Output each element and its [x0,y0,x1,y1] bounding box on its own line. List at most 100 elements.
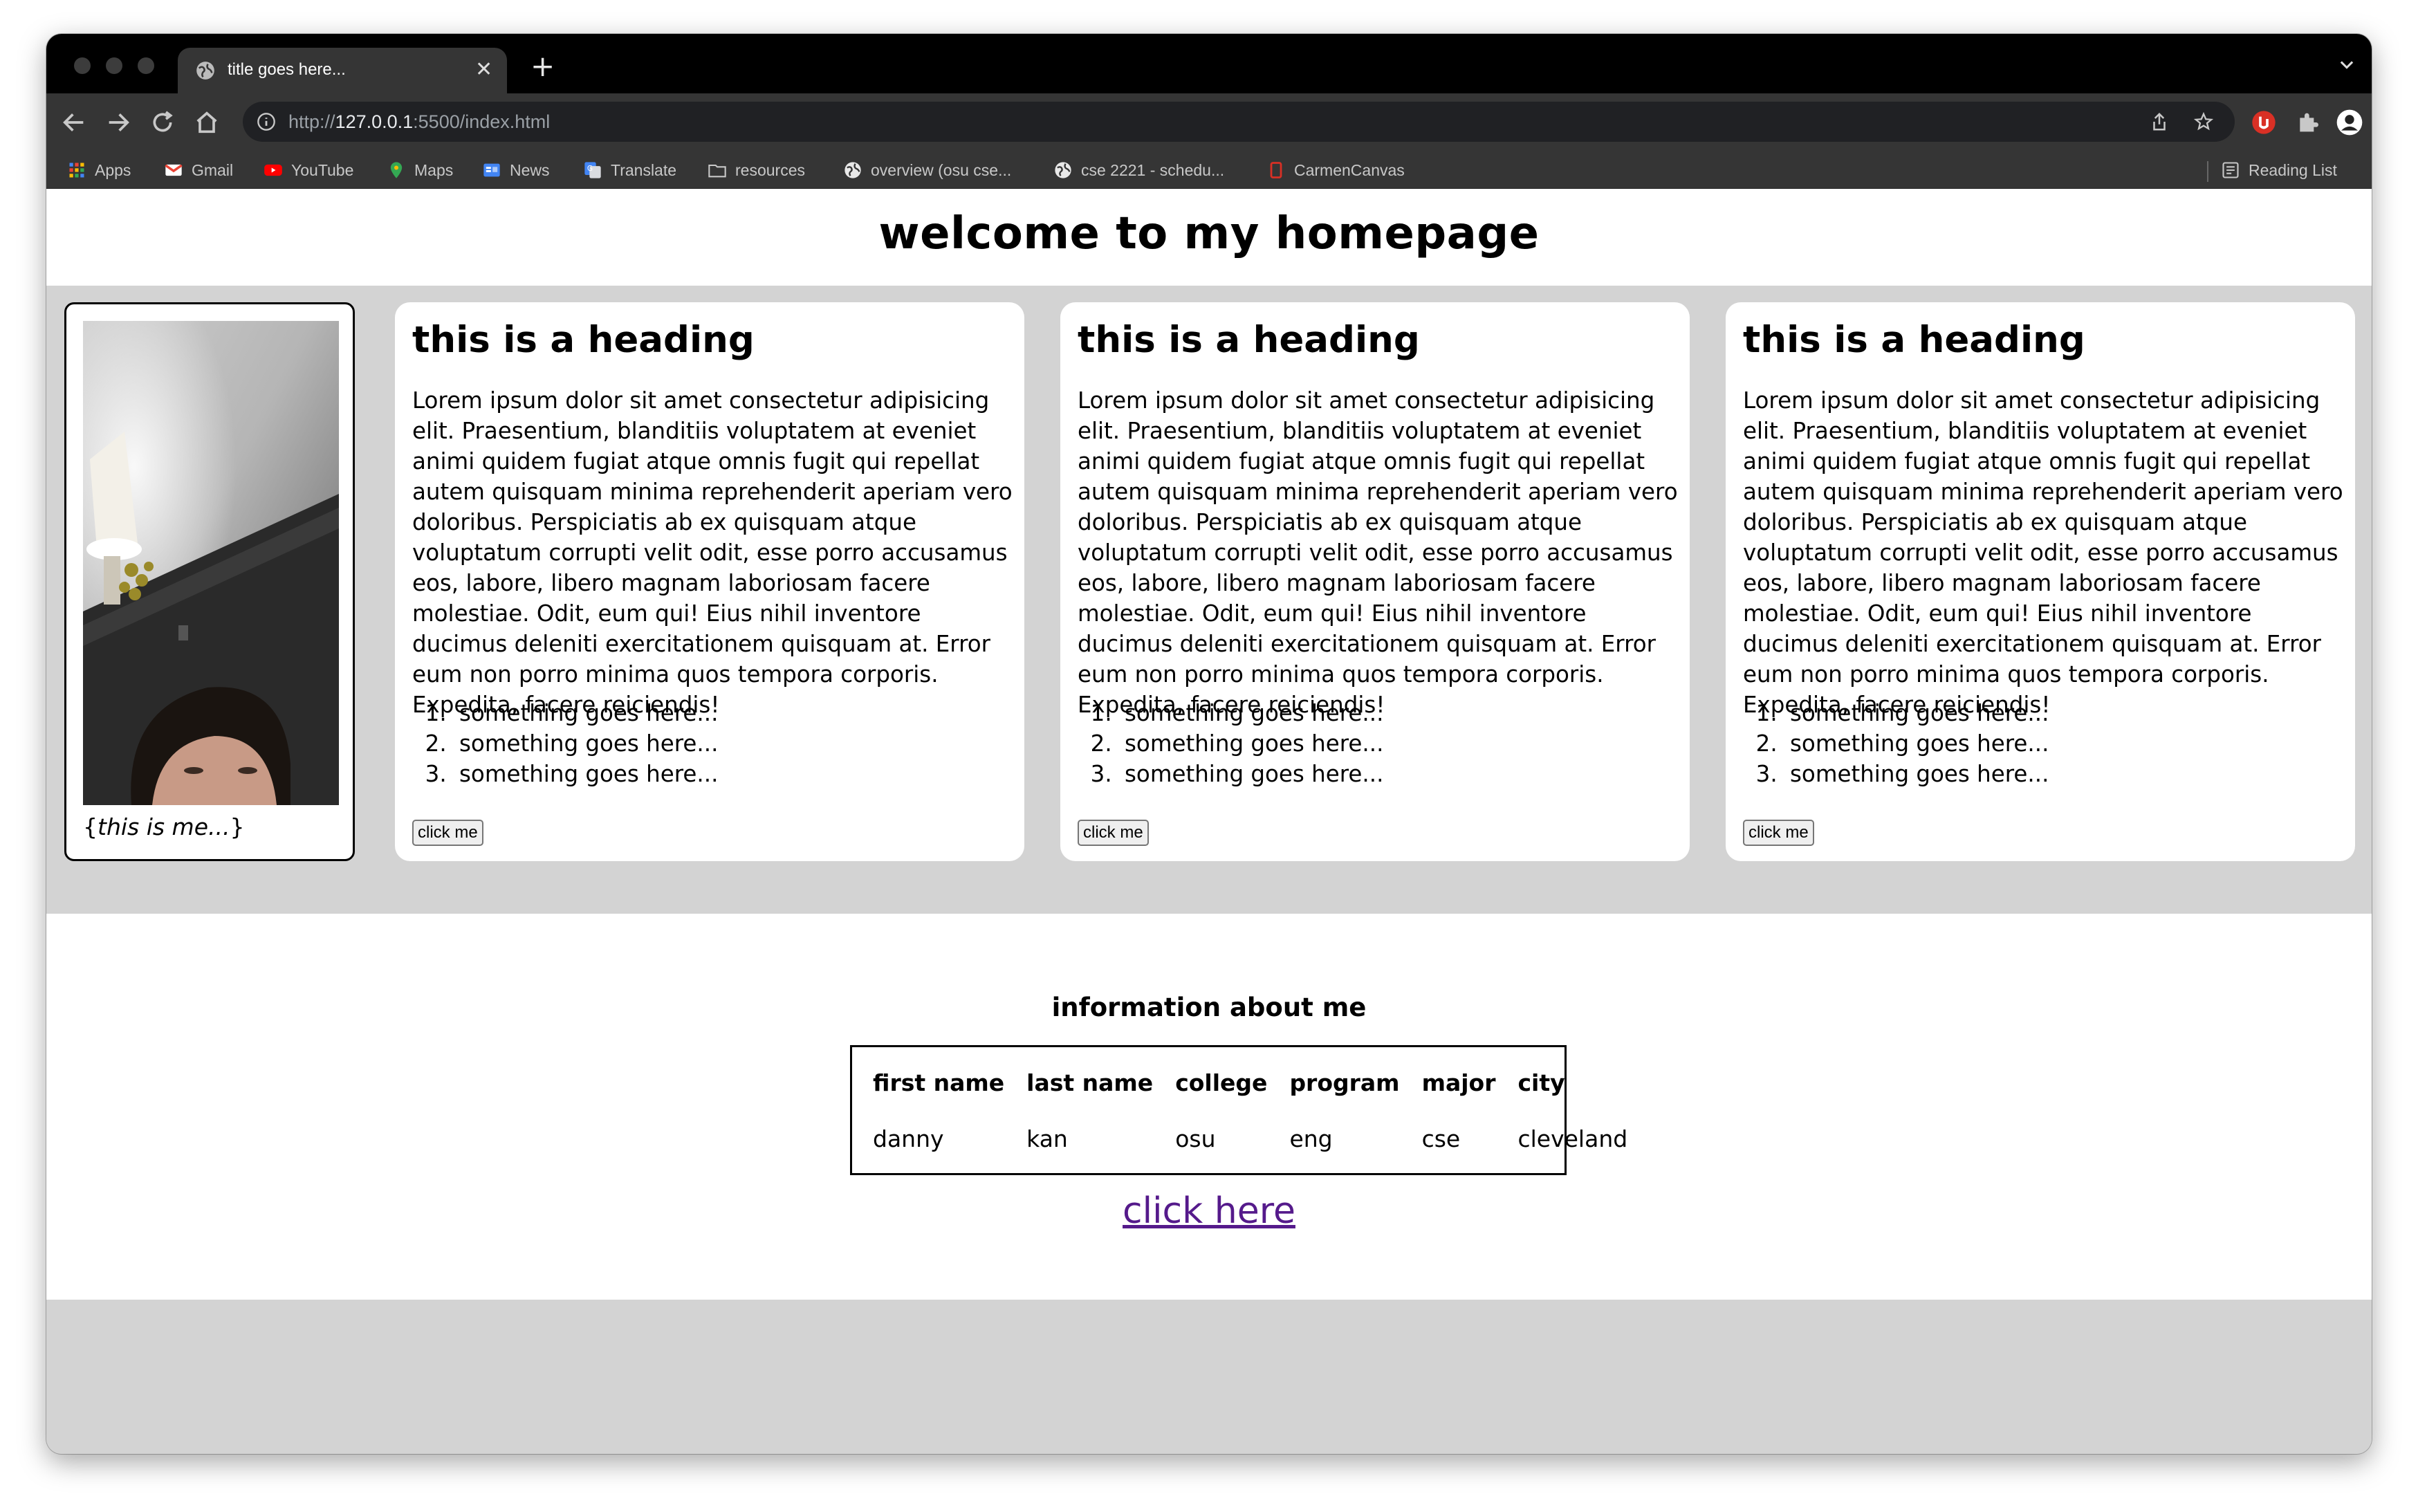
share-icon[interactable] [2149,111,2170,132]
page-header: welcome to my homepage [46,189,2372,286]
reading-list-icon [2222,162,2239,178]
bookmark-youtube[interactable]: YouTube [264,160,353,181]
table-header-row: first name last name college program maj… [873,1069,1627,1113]
list-item: something goes here... [1119,759,1383,789]
maximize-window-button[interactable] [138,57,154,74]
gmail-icon [165,164,183,176]
list-item: something goes here... [454,759,718,789]
reload-icon[interactable] [149,109,176,136]
card-body: Lorem ipsum dolor sit amet consectetur a… [1743,387,2343,718]
click-me-button[interactable]: click me [412,820,483,846]
info-table-frame: first name last name college program maj… [850,1045,1627,1175]
click-me-button[interactable]: click me [1078,820,1149,846]
minimize-window-button[interactable] [106,57,122,74]
window-controls [74,57,154,74]
column-header: program [1289,1069,1400,1096]
info-heading: information about me [1051,993,1367,1022]
bookmark-gmail[interactable]: Gmail [164,160,233,181]
content-card: this is a heading Lorem ipsum dolor sit … [395,302,1024,861]
bookmark-news[interactable]: News [482,160,550,181]
bookmark-star-icon[interactable] [2193,111,2214,132]
list-item: something goes here... [454,698,718,728]
table-row: danny kan osu eng cse cleveland [873,1113,1627,1152]
browser-window: title goes here... ✕ + http://127.0.0.1: [46,34,2372,1454]
table-cell: cse [1421,1125,1461,1152]
maps-icon [390,162,403,178]
bookmark-maps[interactable]: Maps [387,160,453,181]
table-cell: kan [1026,1125,1068,1152]
browser-toolbar: http://127.0.0.1:5500/index.html [46,93,2372,151]
table-cell: cleveland [1517,1125,1628,1152]
bookmarks-separator [2207,161,2208,182]
click-here-link[interactable]: click here [46,1190,2372,1232]
reading-list-label: Reading List [2249,160,2337,179]
address-bar[interactable]: http://127.0.0.1:5500/index.html [243,102,2235,142]
column-header: city [1517,1069,1565,1096]
close-tab-icon[interactable]: ✕ [475,57,492,82]
profile-avatar-icon[interactable] [2336,109,2363,136]
column-header: college [1175,1069,1268,1096]
folder-icon [708,164,726,178]
column-header: first name [873,1069,1005,1096]
card-list: something goes here... something goes he… [1119,698,1383,789]
globe-icon [1055,162,1071,178]
list-item: something goes here... [454,728,718,759]
extensions-puzzle-icon[interactable] [2294,109,2322,136]
list-item: something goes here... [1119,728,1383,759]
globe-icon [845,162,861,178]
bookmark-label: Maps [414,160,454,179]
tab-title: title goes here... [228,60,346,79]
page-title: welcome to my homepage [878,208,1540,259]
table-cell: eng [1289,1125,1333,1152]
bookmark-cse2221[interactable]: cse 2221 - schedu... [1053,160,1224,181]
reading-list-button[interactable]: Reading List [2221,160,2337,181]
bookmark-label: cse 2221 - schedu... [1081,160,1225,179]
list-item: something goes here... [1784,759,2049,789]
news-icon [483,163,500,177]
card-list: something goes here... something goes he… [454,698,718,789]
extension-red-icon[interactable] [2250,109,2278,136]
card-list: something goes here... something goes he… [1784,698,2049,789]
bookmark-label: YouTube [291,160,354,179]
bookmark-overview[interactable]: overview (osu cse... [843,160,1011,181]
bookmarks-bar: Apps Gmail YouTube Maps News G Translate… [46,151,2372,189]
browser-tab[interactable]: title goes here... ✕ [178,48,507,93]
column-header: major [1421,1069,1496,1096]
bookmark-translate[interactable]: G Translate [583,160,676,181]
table-cell: osu [1175,1125,1216,1152]
content-card: this is a heading Lorem ipsum dolor sit … [1726,302,2355,861]
info-section: information about me first name last nam… [46,914,2372,1300]
back-icon[interactable] [60,109,88,136]
card-heading: this is a heading [1743,319,2085,361]
content-card: this is a heading Lorem ipsum dolor sit … [1060,302,1690,861]
bookmark-resources[interactable]: resources [708,160,805,181]
list-item: something goes here... [1784,728,2049,759]
selfie-image [83,321,339,805]
bookmark-label: Translate [611,160,677,179]
card-heading: this is a heading [412,319,755,361]
list-item: something goes here... [1119,698,1383,728]
bookmark-apps[interactable]: Apps [67,160,131,181]
bookmark-label: News [510,160,550,179]
url-text: http://127.0.0.1:5500/index.html [288,111,551,132]
table-cell: danny [873,1125,944,1152]
click-me-button[interactable]: click me [1743,820,1814,846]
info-icon[interactable] [257,112,276,131]
card-body: Lorem ipsum dolor sit amet consectetur a… [412,387,1013,718]
home-icon[interactable] [193,109,221,136]
bookmark-label: CarmenCanvas [1294,160,1405,179]
new-tab-icon[interactable]: + [530,52,555,81]
column-header: last name [1026,1069,1154,1096]
chevron-down-icon[interactable] [2337,55,2356,74]
canvas-icon [1270,162,1282,178]
bookmark-label: Gmail [192,160,234,179]
svg-text:G: G [587,165,593,173]
forward-icon[interactable] [104,109,132,136]
profile-photo [83,321,339,805]
bookmark-carmencanvas[interactable]: CarmenCanvas [1266,160,1405,181]
bookmark-label: overview (osu cse... [871,160,1012,179]
info-table: first name last name college program maj… [873,1069,1627,1152]
bookmark-label: Apps [95,160,131,179]
bookmark-label: resources [735,160,805,179]
close-window-button[interactable] [74,57,91,74]
